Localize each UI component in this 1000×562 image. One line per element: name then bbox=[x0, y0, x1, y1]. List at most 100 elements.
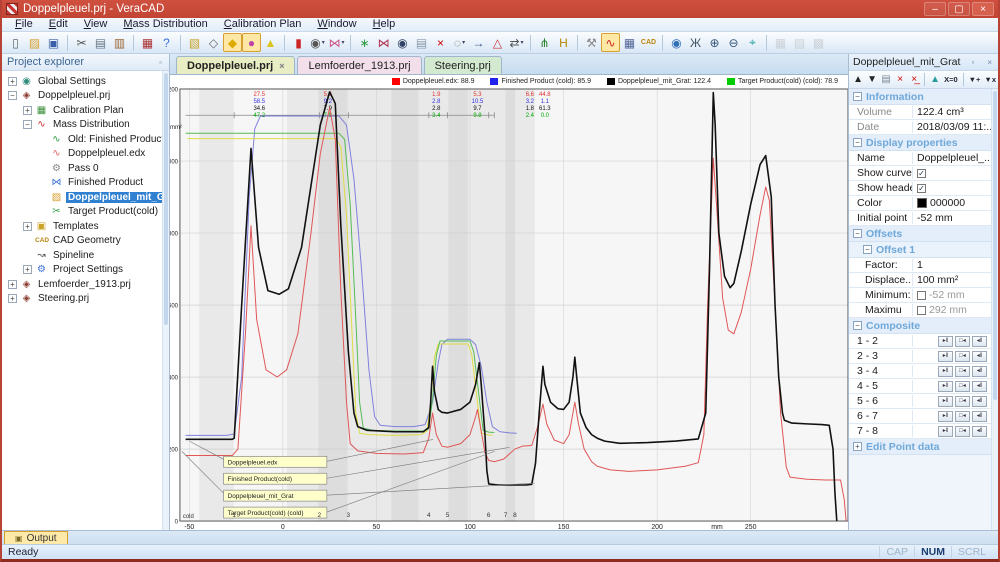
cut-icon[interactable]: ✂ bbox=[72, 33, 91, 52]
transition-right-icon[interactable]: ◂‖ bbox=[972, 336, 987, 347]
transition-mid-icon[interactable]: □◂ bbox=[955, 366, 970, 377]
tree-item-doppelpleuel-edx[interactable]: ∿Doppelpleuel.edx bbox=[2, 147, 162, 162]
menu-edit[interactable]: Edit bbox=[42, 18, 75, 31]
tree-item-project-settings[interactable]: +⚙Project Settings bbox=[2, 263, 162, 278]
checkbox-unchecked[interactable]: ✓ bbox=[917, 306, 926, 315]
cad-export-icon[interactable]: CAD bbox=[639, 33, 658, 52]
collapse-icon[interactable]: − bbox=[853, 229, 862, 238]
tab-close-icon[interactable]: × bbox=[279, 61, 284, 71]
menu-view[interactable]: View bbox=[77, 18, 115, 31]
section-display-properties[interactable]: −Display properties bbox=[849, 135, 991, 151]
scrollbar-thumb[interactable] bbox=[993, 91, 997, 400]
expand-icon[interactable]: + bbox=[853, 442, 862, 451]
tree-item-lemfoerder-1913-prj[interactable]: +◈Lemfoerder_1913.prj bbox=[2, 277, 162, 292]
punch-view-icon[interactable]: ⋈▾ bbox=[327, 33, 346, 52]
transition-right-icon[interactable]: ◂‖ bbox=[972, 396, 987, 407]
close-button[interactable]: × bbox=[972, 2, 994, 16]
tree-expander[interactable]: + bbox=[23, 106, 32, 115]
move-up-icon[interactable]: ▲ bbox=[851, 72, 865, 88]
transition-mid-icon[interactable]: □◂ bbox=[955, 426, 970, 437]
transition-right-icon[interactable]: ◂‖ bbox=[972, 351, 987, 362]
transition-left-icon[interactable]: ▸‖ bbox=[938, 426, 953, 437]
collapse-icon[interactable]: − bbox=[853, 321, 862, 330]
save-icon[interactable]: ▣ bbox=[44, 33, 63, 52]
tree-item-cad-geometry[interactable]: CADCAD Geometry bbox=[2, 234, 162, 249]
globe-icon[interactable]: ◉ bbox=[667, 33, 686, 52]
transition-left-icon[interactable]: ▸‖ bbox=[938, 381, 953, 392]
solid-box-icon[interactable]: ◆ bbox=[223, 33, 242, 52]
thermometer-icon[interactable]: ▮ bbox=[289, 33, 308, 52]
transition-right-icon[interactable]: ◂‖ bbox=[972, 381, 987, 392]
view-pin-icon[interactable]: ◉▾ bbox=[308, 33, 327, 52]
menu-file[interactable]: File bbox=[8, 18, 40, 31]
transition-right-icon[interactable]: ◂‖ bbox=[972, 426, 987, 437]
transition-right-icon[interactable]: ◂‖ bbox=[972, 366, 987, 377]
tree-item-spineline[interactable]: ↝Spineline bbox=[2, 248, 162, 263]
press-tool-icon[interactable]: ⚒ bbox=[582, 33, 601, 52]
collapse-icon[interactable]: − bbox=[863, 245, 872, 254]
print-icon[interactable]: ▦ bbox=[138, 33, 157, 52]
tab-steering-prj[interactable]: Steering.prj bbox=[424, 56, 502, 74]
transition-mid-icon[interactable]: □◂ bbox=[955, 351, 970, 362]
menu-window[interactable]: Window bbox=[310, 18, 363, 31]
tree-item-doppelpleuel-mit-grat[interactable]: ▨Doppelpleuel_mit_Grat bbox=[2, 190, 162, 205]
property-value[interactable]: 100 mm² bbox=[913, 274, 958, 286]
pin-icon[interactable]: ▫ bbox=[157, 58, 164, 67]
hierarchy-icon[interactable]: ⋔ bbox=[535, 33, 554, 52]
tree-item-target-product-cold-[interactable]: ✂Target Product(cold) bbox=[2, 205, 162, 220]
property-value[interactable]: Doppelpleuel_... bbox=[913, 152, 991, 164]
transition-left-icon[interactable]: ▸‖ bbox=[938, 411, 953, 422]
chart-plot-area[interactable]: 27.558.534.647.25.69.27.97.81.92.82.83.4… bbox=[170, 87, 848, 530]
zoom-fit-icon[interactable]: ⌖ bbox=[743, 33, 762, 52]
mirror-icon[interactable]: ▲ bbox=[928, 72, 942, 88]
menu-help[interactable]: Help bbox=[366, 18, 403, 31]
copy-icon[interactable]: ▤ bbox=[91, 33, 110, 52]
delete-all-icon[interactable]: ×̲ bbox=[907, 72, 921, 88]
delete-curve-icon[interactable]: × bbox=[893, 72, 907, 88]
minimize-button[interactable]: – bbox=[924, 2, 946, 16]
tree-expander[interactable]: − bbox=[23, 120, 32, 129]
clamp-icon[interactable]: H bbox=[554, 33, 573, 52]
collapse-icon[interactable]: − bbox=[853, 138, 862, 147]
transition-left-icon[interactable]: ▸‖ bbox=[938, 351, 953, 362]
zoom-in-icon[interactable]: ⊕ bbox=[705, 33, 724, 52]
tree-expander[interactable]: − bbox=[8, 91, 17, 100]
export-icon[interactable]: → bbox=[469, 33, 488, 52]
checkbox-checked[interactable]: ✓ bbox=[917, 184, 926, 193]
swap-arrows-icon[interactable]: ⇄▾ bbox=[507, 33, 526, 52]
spline-star-icon[interactable]: ∗ bbox=[355, 33, 374, 52]
property-value[interactable]: 122.4 cm³ bbox=[913, 106, 964, 118]
delete-icon[interactable]: × bbox=[431, 33, 450, 52]
tree-expander[interactable]: + bbox=[8, 280, 17, 289]
lasso-icon[interactable]: ◌▾ bbox=[450, 33, 469, 52]
transition-right-icon[interactable]: ◂‖ bbox=[972, 411, 987, 422]
section-information[interactable]: −Information bbox=[849, 89, 991, 105]
axis-tripod-icon[interactable]: Ж bbox=[686, 33, 705, 52]
copy-view-icon[interactable]: ▤ bbox=[412, 33, 431, 52]
tree-expander[interactable]: + bbox=[23, 265, 32, 274]
property-value[interactable]: 000000 bbox=[913, 197, 965, 209]
person-block-icon[interactable]: △ bbox=[488, 33, 507, 52]
transition-left-icon[interactable]: ▸‖ bbox=[938, 336, 953, 347]
eye-icon[interactable]: ◉ bbox=[393, 33, 412, 52]
tree-item-pass-0[interactable]: ⚙Pass 0 bbox=[2, 161, 162, 176]
property-value[interactable]: 2018/03/09 11:... bbox=[913, 121, 991, 133]
transition-left-icon[interactable]: ▸‖ bbox=[938, 396, 953, 407]
property-value[interactable]: ✓ bbox=[913, 169, 926, 178]
menu-mass-distribution[interactable]: Mass Distribution bbox=[116, 18, 214, 31]
section-edit-point-data[interactable]: +Edit Point data bbox=[849, 439, 991, 455]
open-folder-icon[interactable]: ▨ bbox=[25, 33, 44, 52]
tree-expander[interactable]: + bbox=[8, 77, 17, 86]
table-report-icon[interactable]: ▦ bbox=[620, 33, 639, 52]
tree-item-mass-distribution[interactable]: −∿Mass Distribution bbox=[2, 118, 162, 133]
menu-calibration-plan[interactable]: Calibration Plan bbox=[217, 18, 309, 31]
tree-item-templates[interactable]: +▣Templates bbox=[2, 219, 162, 234]
section-composite[interactable]: −Composite bbox=[849, 318, 991, 334]
shaded-sphere-icon[interactable]: ● bbox=[242, 33, 261, 52]
filter-add-icon[interactable]: ▼+ bbox=[967, 72, 983, 88]
tree-expander[interactable]: + bbox=[8, 294, 17, 303]
paste-icon[interactable]: ▥ bbox=[110, 33, 129, 52]
mass-distribution-chart[interactable]: 27.558.534.647.25.69.27.97.81.92.82.83.4… bbox=[170, 87, 848, 530]
scrollbar-thumb[interactable] bbox=[164, 73, 168, 325]
tree-item-steering-prj[interactable]: +◈Steering.prj bbox=[2, 292, 162, 307]
